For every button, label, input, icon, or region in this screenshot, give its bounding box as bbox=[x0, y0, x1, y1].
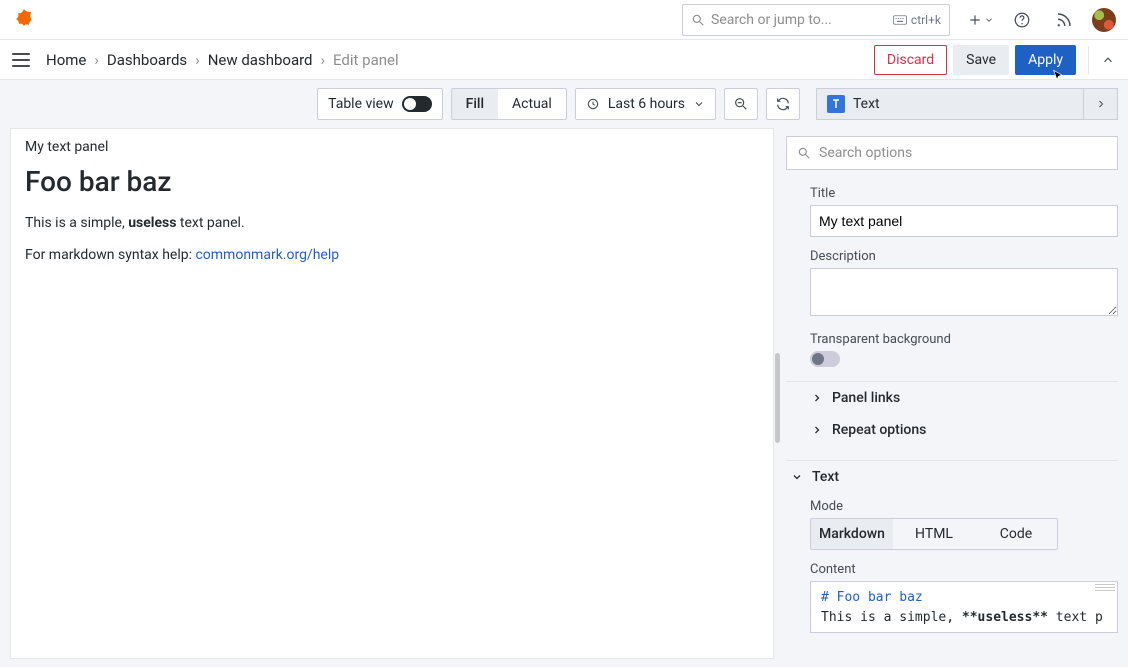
time-range-picker[interactable]: Last 6 hours bbox=[575, 88, 716, 120]
transparent-label: Transparent background bbox=[810, 332, 1118, 347]
save-button[interactable]: Save bbox=[953, 45, 1009, 75]
preview-paragraph-1: This is a simple, useless text panel. bbox=[25, 212, 759, 234]
menu-toggle[interactable] bbox=[12, 48, 36, 72]
text-viz-icon bbox=[827, 95, 845, 113]
chevron-down-icon bbox=[984, 15, 994, 25]
table-view-toggle[interactable]: Table view bbox=[317, 88, 443, 120]
help-icon bbox=[1013, 11, 1031, 29]
mode-code[interactable]: Code bbox=[975, 519, 1057, 549]
collapse-toolbar-button[interactable] bbox=[1088, 46, 1116, 74]
zoom-out-icon bbox=[733, 96, 749, 112]
chevron-right-icon bbox=[811, 392, 823, 404]
actual-option[interactable]: Actual bbox=[498, 89, 566, 119]
chevron-right-icon bbox=[1095, 98, 1107, 110]
crumb-home[interactable]: Home bbox=[46, 51, 86, 69]
mode-markdown[interactable]: Markdown bbox=[811, 519, 893, 549]
panel-title: My text panel bbox=[25, 139, 759, 155]
chevron-right-icon: › bbox=[94, 51, 99, 69]
news-button[interactable] bbox=[1050, 6, 1078, 34]
preview-link[interactable]: commonmark.org/help bbox=[195, 247, 339, 263]
chevron-right-icon: › bbox=[321, 51, 326, 69]
options-sidebar: Search options Title Description Transpa… bbox=[782, 128, 1128, 667]
add-menu[interactable] bbox=[968, 13, 994, 27]
search-placeholder: Search or jump to... bbox=[711, 12, 887, 28]
breadcrumbs: Home › Dashboards › New dashboard › Edit… bbox=[46, 51, 399, 69]
visualization-picker-expand[interactable] bbox=[1083, 88, 1117, 120]
visualization-picker-main[interactable]: Text bbox=[817, 95, 1083, 113]
cursor-icon bbox=[1051, 69, 1067, 85]
chevron-right-icon: › bbox=[195, 51, 200, 69]
content-label: Content bbox=[810, 562, 1118, 577]
global-search[interactable]: Search or jump to... ctrl+k bbox=[682, 4, 950, 36]
grafana-logo-icon[interactable] bbox=[12, 8, 36, 32]
editor-body: My text panel Foo bar baz This is a simp… bbox=[0, 128, 1128, 667]
chevron-up-icon bbox=[1101, 53, 1115, 67]
refresh-icon bbox=[775, 96, 791, 112]
transparent-toggle[interactable] bbox=[810, 351, 840, 367]
fill-actual-toggle: Fill Actual bbox=[451, 88, 567, 120]
keyboard-icon bbox=[893, 15, 907, 25]
text-section[interactable]: Text bbox=[786, 461, 1118, 493]
top-bar: Search or jump to... ctrl+k bbox=[0, 0, 1128, 40]
crumb-edit-panel: Edit panel bbox=[333, 51, 399, 69]
visualization-picker: Text bbox=[816, 88, 1118, 120]
mode-radio-group: Markdown HTML Code bbox=[810, 518, 1058, 550]
crumb-new-dashboard[interactable]: New dashboard bbox=[208, 51, 313, 69]
zoom-out-button[interactable] bbox=[724, 88, 758, 120]
preview-paragraph-2: For markdown syntax help: commonmark.org… bbox=[25, 244, 759, 266]
repeat-options-section[interactable]: Repeat options bbox=[786, 414, 1118, 446]
chevron-down-icon bbox=[1061, 98, 1073, 110]
discard-button[interactable]: Discard bbox=[874, 45, 947, 75]
content-editor[interactable]: # Foo bar baz This is a simple, **useles… bbox=[810, 581, 1118, 633]
help-button[interactable] bbox=[1008, 6, 1036, 34]
editor-toolbar: Table view Fill Actual Last 6 hours Text bbox=[0, 80, 1128, 128]
apply-button[interactable]: Apply bbox=[1015, 45, 1076, 75]
search-icon bbox=[797, 146, 811, 160]
mode-html[interactable]: HTML bbox=[893, 519, 975, 549]
panel-preview: My text panel Foo bar baz This is a simp… bbox=[10, 128, 774, 659]
search-kbd: ctrl+k bbox=[893, 13, 941, 27]
description-label: Description bbox=[810, 249, 1118, 264]
editor-minimap bbox=[1095, 584, 1115, 592]
user-avatar[interactable] bbox=[1092, 8, 1116, 32]
chevron-down-icon bbox=[791, 471, 803, 483]
rss-icon bbox=[1055, 11, 1073, 29]
title-input[interactable] bbox=[810, 205, 1118, 237]
panel-links-section[interactable]: Panel links bbox=[786, 382, 1118, 414]
clock-icon bbox=[586, 97, 600, 111]
crumb-dashboards[interactable]: Dashboards bbox=[107, 51, 187, 69]
search-icon bbox=[691, 13, 705, 27]
preview-heading: Foo bar baz bbox=[25, 165, 759, 198]
chevron-down-icon bbox=[693, 98, 705, 110]
search-options-input[interactable]: Search options bbox=[786, 136, 1118, 170]
plus-icon bbox=[968, 13, 982, 27]
title-label: Title bbox=[810, 186, 1118, 201]
resize-handle[interactable] bbox=[775, 353, 780, 443]
fill-option[interactable]: Fill bbox=[452, 89, 498, 119]
mode-label: Mode bbox=[810, 499, 1118, 514]
description-input[interactable] bbox=[810, 268, 1118, 316]
preview-container: My text panel Foo bar baz This is a simp… bbox=[0, 128, 782, 667]
chevron-right-icon bbox=[811, 424, 823, 436]
switch-icon bbox=[402, 96, 432, 112]
breadcrumb-bar: Home › Dashboards › New dashboard › Edit… bbox=[0, 40, 1128, 80]
refresh-button[interactable] bbox=[766, 88, 800, 120]
